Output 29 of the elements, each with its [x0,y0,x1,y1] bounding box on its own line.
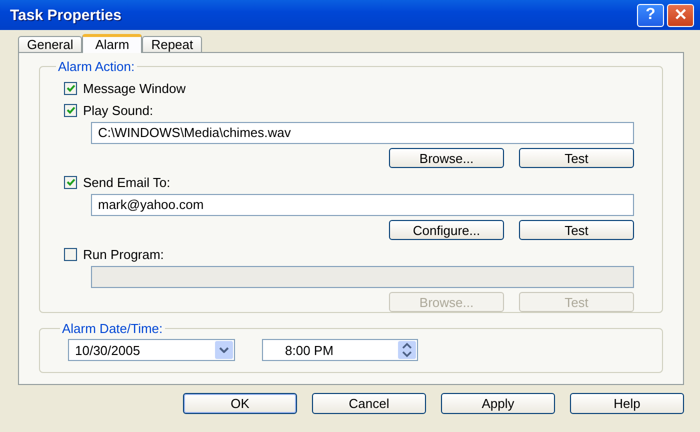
input-field[interactable]: mark@yahoo.com [91,194,634,216]
checkbox-label: Play Sound: [83,102,154,118]
window-title: Task Properties [10,6,122,24]
dialog-button[interactable]: Cancel [312,393,426,414]
tab[interactable]: General [18,36,82,52]
date-picker[interactable]: 10/30/2005 [68,339,235,361]
checkbox[interactable] [64,176,77,188]
group-title: Alarm Action: [57,59,136,74]
checkbox-label: Message Window [83,80,186,96]
tab[interactable]: Repeat [142,36,202,52]
checkbox[interactable] [64,104,77,116]
checkbox[interactable] [64,248,77,260]
dialog-button[interactable]: Help [570,393,684,414]
tab[interactable]: Alarm [82,34,142,53]
group-title: Alarm Date/Time: [61,321,164,336]
help-button[interactable]: ? [637,4,664,26]
close-button[interactable]: ✕ [667,4,694,26]
checkbox-label: Send Email To: [83,174,170,190]
dialog-button[interactable]: OK [183,393,297,414]
dialog-button[interactable]: Apply [441,393,555,414]
checkbox-label: Run Program: [83,246,164,262]
spinner-arrows-icon[interactable] [398,341,416,359]
action-button[interactable]: Test [519,148,634,168]
action-button[interactable]: Test [519,220,634,240]
action-button[interactable]: Browse... [389,148,504,168]
time-picker[interactable]: 8:00 PM [262,339,418,361]
checkbox[interactable] [64,82,77,94]
input-field[interactable]: C:\WINDOWS\Media\chimes.wav [91,122,634,144]
action-button[interactable]: Configure... [389,220,504,240]
